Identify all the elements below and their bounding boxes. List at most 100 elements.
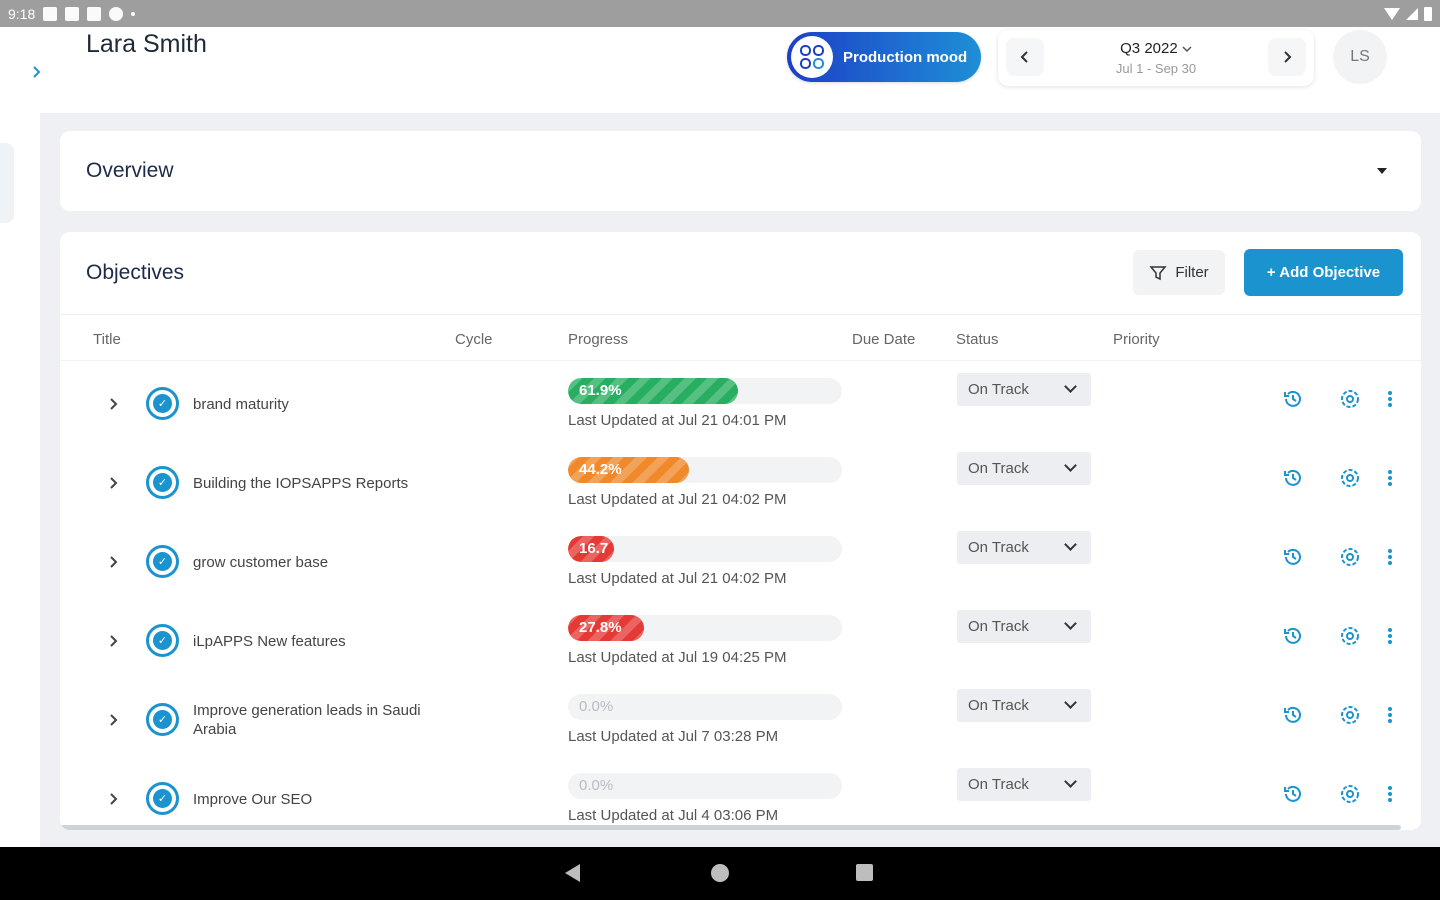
expand-row-button[interactable] xyxy=(104,711,122,729)
history-button[interactable] xyxy=(1281,782,1305,806)
cycle-name: Q3 2022 xyxy=(1120,40,1178,57)
status-value: On Track xyxy=(968,539,1029,556)
more-vertical-icon xyxy=(1388,784,1392,804)
horizontal-scrollbar[interactable] xyxy=(60,825,1401,830)
add-objective-button[interactable]: + Add Objective xyxy=(1244,249,1403,296)
status-dropdown[interactable]: On Track xyxy=(957,610,1091,643)
column-header-status[interactable]: Status xyxy=(956,331,999,348)
expand-row-button[interactable] xyxy=(104,790,122,808)
objective-title[interactable]: Building the IOPSAPPS Reports xyxy=(193,474,443,493)
next-cycle-button[interactable] xyxy=(1268,38,1306,76)
target-icon: ✓ xyxy=(146,624,179,657)
back-icon[interactable] xyxy=(565,864,580,882)
last-updated: Last Updated at Jul 21 04:02 PM xyxy=(568,570,787,587)
history-button[interactable] xyxy=(1281,624,1305,648)
objective-row[interactable]: ✓ brand maturity 61.9% Last Updated at J… xyxy=(60,368,1421,447)
history-icon xyxy=(1284,706,1301,723)
sidebar-expand-button[interactable] xyxy=(22,57,52,87)
expand-row-button[interactable] xyxy=(104,474,122,492)
objective-row[interactable]: ✓ iLpAPPS New features 27.8% Last Update… xyxy=(60,605,1421,684)
settings-button[interactable] xyxy=(1338,703,1362,727)
filter-button[interactable]: Filter xyxy=(1133,250,1225,295)
history-button[interactable] xyxy=(1281,545,1305,569)
objective-title[interactable]: iLpAPPS New features xyxy=(193,632,443,651)
objective-title[interactable]: Improve generation leads in Saudi Arabia xyxy=(193,701,443,739)
cycle-dropdown[interactable]: Q3 2022 xyxy=(998,40,1314,57)
status-dropdown[interactable]: On Track xyxy=(957,531,1091,564)
target-icon: ✓ xyxy=(146,466,179,499)
more-vertical-icon xyxy=(1388,626,1392,646)
progress-bar: 27.8% xyxy=(568,615,842,641)
status-value: On Track xyxy=(968,697,1029,714)
status-time: 9:18 xyxy=(8,5,36,22)
objective-title[interactable]: Improve Our SEO xyxy=(193,790,443,809)
history-icon xyxy=(1284,390,1301,407)
chevron-down-icon xyxy=(1064,775,1077,788)
chevron-down-icon xyxy=(1064,538,1077,551)
objective-row[interactable]: ✓ Improve Our SEO 0.0% Last Updated at J… xyxy=(60,763,1421,830)
settings-button[interactable] xyxy=(1338,782,1362,806)
objective-row[interactable]: ✓ grow customer base 16.7 Last Updated a… xyxy=(60,526,1421,605)
status-dropdown[interactable]: On Track xyxy=(957,373,1091,406)
chevron-down-icon xyxy=(1064,696,1077,709)
column-header-progress[interactable]: Progress xyxy=(568,331,628,348)
cycle-selector: Q3 2022 Jul 1 - Sep 30 xyxy=(998,30,1314,86)
expand-row-button[interactable] xyxy=(104,395,122,413)
status-dropdown[interactable]: On Track xyxy=(957,452,1091,485)
download-done-icon xyxy=(87,6,102,21)
objective-title[interactable]: grow customer base xyxy=(193,553,443,572)
progress-bar: 16.7 xyxy=(568,536,842,562)
user-avatar[interactable]: LS xyxy=(1333,30,1387,84)
more-options-button[interactable] xyxy=(1378,387,1402,411)
target-icon: ✓ xyxy=(146,545,179,578)
status-dropdown[interactable]: On Track xyxy=(957,768,1091,801)
home-icon[interactable] xyxy=(711,864,729,882)
more-options-button[interactable] xyxy=(1378,624,1402,648)
status-bar: 9:18 xyxy=(0,0,1440,27)
last-updated: Last Updated at Jul 7 03:28 PM xyxy=(568,728,779,745)
chevron-right-icon xyxy=(33,66,41,78)
progress-bar: 44.2% xyxy=(568,457,842,483)
column-header-due-date[interactable]: Due Date xyxy=(852,331,915,348)
caret-down-icon[interactable] xyxy=(1377,168,1387,174)
status-value: On Track xyxy=(968,618,1029,635)
history-icon xyxy=(1284,785,1301,802)
app-header: Lara Smith Production mood Q3 2022 Jul 1… xyxy=(0,27,1440,113)
objective-title[interactable]: brand maturity xyxy=(193,395,443,414)
filter-icon xyxy=(1149,265,1167,280)
production-mode-toggle[interactable]: Production mood xyxy=(787,32,981,82)
history-button[interactable] xyxy=(1281,466,1305,490)
objectives-title: Objectives xyxy=(86,261,185,284)
progress-value: 16.7 xyxy=(579,540,609,557)
status-dropdown[interactable]: On Track xyxy=(957,689,1091,722)
more-options-button[interactable] xyxy=(1378,466,1402,490)
column-header-cycle[interactable]: Cycle xyxy=(455,331,493,348)
settings-button[interactable] xyxy=(1338,545,1362,569)
settings-button[interactable] xyxy=(1338,387,1362,411)
column-header-priority[interactable]: Priority xyxy=(1113,331,1160,348)
battery-icon xyxy=(1424,6,1432,21)
objective-row[interactable]: ✓ Improve generation leads in Saudi Arab… xyxy=(60,684,1421,763)
expand-row-button[interactable] xyxy=(104,632,122,650)
more-options-button[interactable] xyxy=(1378,782,1402,806)
column-header-title[interactable]: Title xyxy=(93,331,121,348)
objective-row[interactable]: ✓ Building the IOPSAPPS Reports 44.2% La… xyxy=(60,447,1421,526)
target-icon: ✓ xyxy=(146,387,179,420)
progress-value: 0.0% xyxy=(579,698,614,715)
more-options-button[interactable] xyxy=(1378,545,1402,569)
progress-bar: 0.0% xyxy=(568,694,842,720)
sidebar-tab[interactable] xyxy=(0,143,14,223)
last-updated: Last Updated at Jul 4 03:06 PM xyxy=(568,807,779,824)
status-value: On Track xyxy=(968,460,1029,477)
settings-button[interactable] xyxy=(1338,466,1362,490)
last-updated: Last Updated at Jul 21 04:01 PM xyxy=(568,412,787,429)
overview-panel[interactable]: Overview xyxy=(60,131,1421,211)
history-button[interactable] xyxy=(1281,387,1305,411)
expand-row-button[interactable] xyxy=(104,553,122,571)
settings-button[interactable] xyxy=(1338,624,1362,648)
recent-apps-icon[interactable] xyxy=(856,864,873,881)
more-options-button[interactable] xyxy=(1378,703,1402,727)
download-done-icon xyxy=(65,6,80,21)
history-button[interactable] xyxy=(1281,703,1305,727)
status-value: On Track xyxy=(968,381,1029,398)
